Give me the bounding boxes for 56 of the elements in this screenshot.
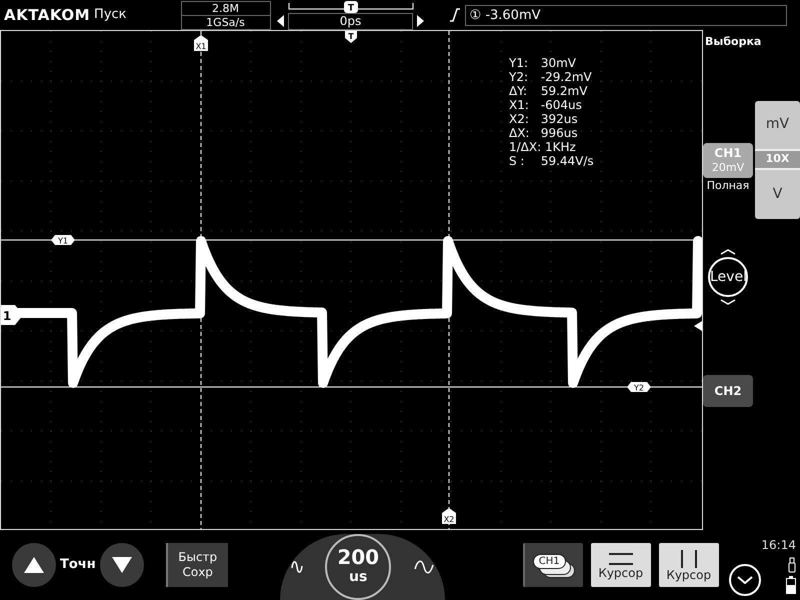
rising-edge-icon [448,8,461,22]
chevron-down-icon[interactable] [720,298,736,304]
measurement-line: Y2: -29.2mV [509,70,593,84]
usb-icon [788,557,796,573]
chevron-up-icon[interactable] [720,248,736,254]
fine-label: Точн [60,556,96,574]
measurement-line: X2: 392us [509,112,579,126]
measurement-line: 1/ΔX: 1KHz [509,140,577,154]
expand-button[interactable] [728,564,761,596]
vertical-cursor-line[interactable] [448,31,450,529]
measurement-line: ΔY: 59.2mV [509,84,588,98]
trigger-readout[interactable]: ① -3.60mV [464,4,787,26]
trigger-marker[interactable]: T [344,0,358,12]
measurement-line: Y1: 30mV [509,56,577,70]
chevron-down-icon [736,576,753,584]
trigger-level-text: -3.60mV [485,8,541,22]
left-arrow-icon[interactable] [277,15,284,27]
vertical-cursor-line[interactable] [200,31,202,529]
unit-option[interactable]: mV [755,100,800,150]
tool-button[interactable]: Курсор [658,543,719,587]
cursor-marker[interactable]: X1 [194,35,208,51]
tool-button[interactable]: CH1 [522,543,583,587]
trigger-level-arrow[interactable] [694,321,702,331]
channel-marker[interactable]: 1 [1,305,23,325]
down-button[interactable] [100,543,144,587]
channel-number-icon: ① [470,8,482,22]
battery-icon [786,576,796,594]
acquisition-mode[interactable]: Выборка [703,30,800,50]
timebase-knob[interactable]: 200 us [325,534,392,600]
horizontal-position[interactable]: 0ps [288,12,414,30]
cursor-marker[interactable]: Y2 [627,382,651,392]
measurement-line: ΔX: 996us [509,126,579,140]
clock: 16:14 [761,537,796,554]
sine-wave-icon[interactable] [414,560,434,574]
measurement-line: S : 59.44V/s [509,154,594,168]
up-triangle-icon [24,557,44,573]
unit-option[interactable]: V [755,170,800,218]
timebase-dial[interactable]: 200 us [280,534,445,600]
measurement-line: X1: -604us [509,98,583,112]
bandwidth-label: Полная [706,178,750,194]
channel-button[interactable]: CH2 [703,374,753,406]
sine-wave-icon[interactable] [290,560,303,574]
up-button[interactable] [12,543,56,587]
quick-save-button[interactable]: Быстр Сохр [166,543,228,587]
trigger-level-knob[interactable]: Level [708,256,748,296]
trigger-position-marker[interactable]: T [345,31,357,43]
tool-button[interactable]: Курсор [590,543,651,587]
brand-logo: AKTAKOM [4,4,90,26]
cursor-marker[interactable]: X2 [442,508,456,524]
memory-bar-icon [288,2,414,9]
cursor-marker[interactable]: Y1 [51,235,75,246]
down-triangle-icon [112,557,132,573]
run-status[interactable]: Пуск [94,5,127,25]
right-arrow-icon[interactable] [417,15,424,27]
probe-unit-panel[interactable]: mV 10X V [755,100,800,218]
horizontal-cursors-icon [608,552,633,566]
